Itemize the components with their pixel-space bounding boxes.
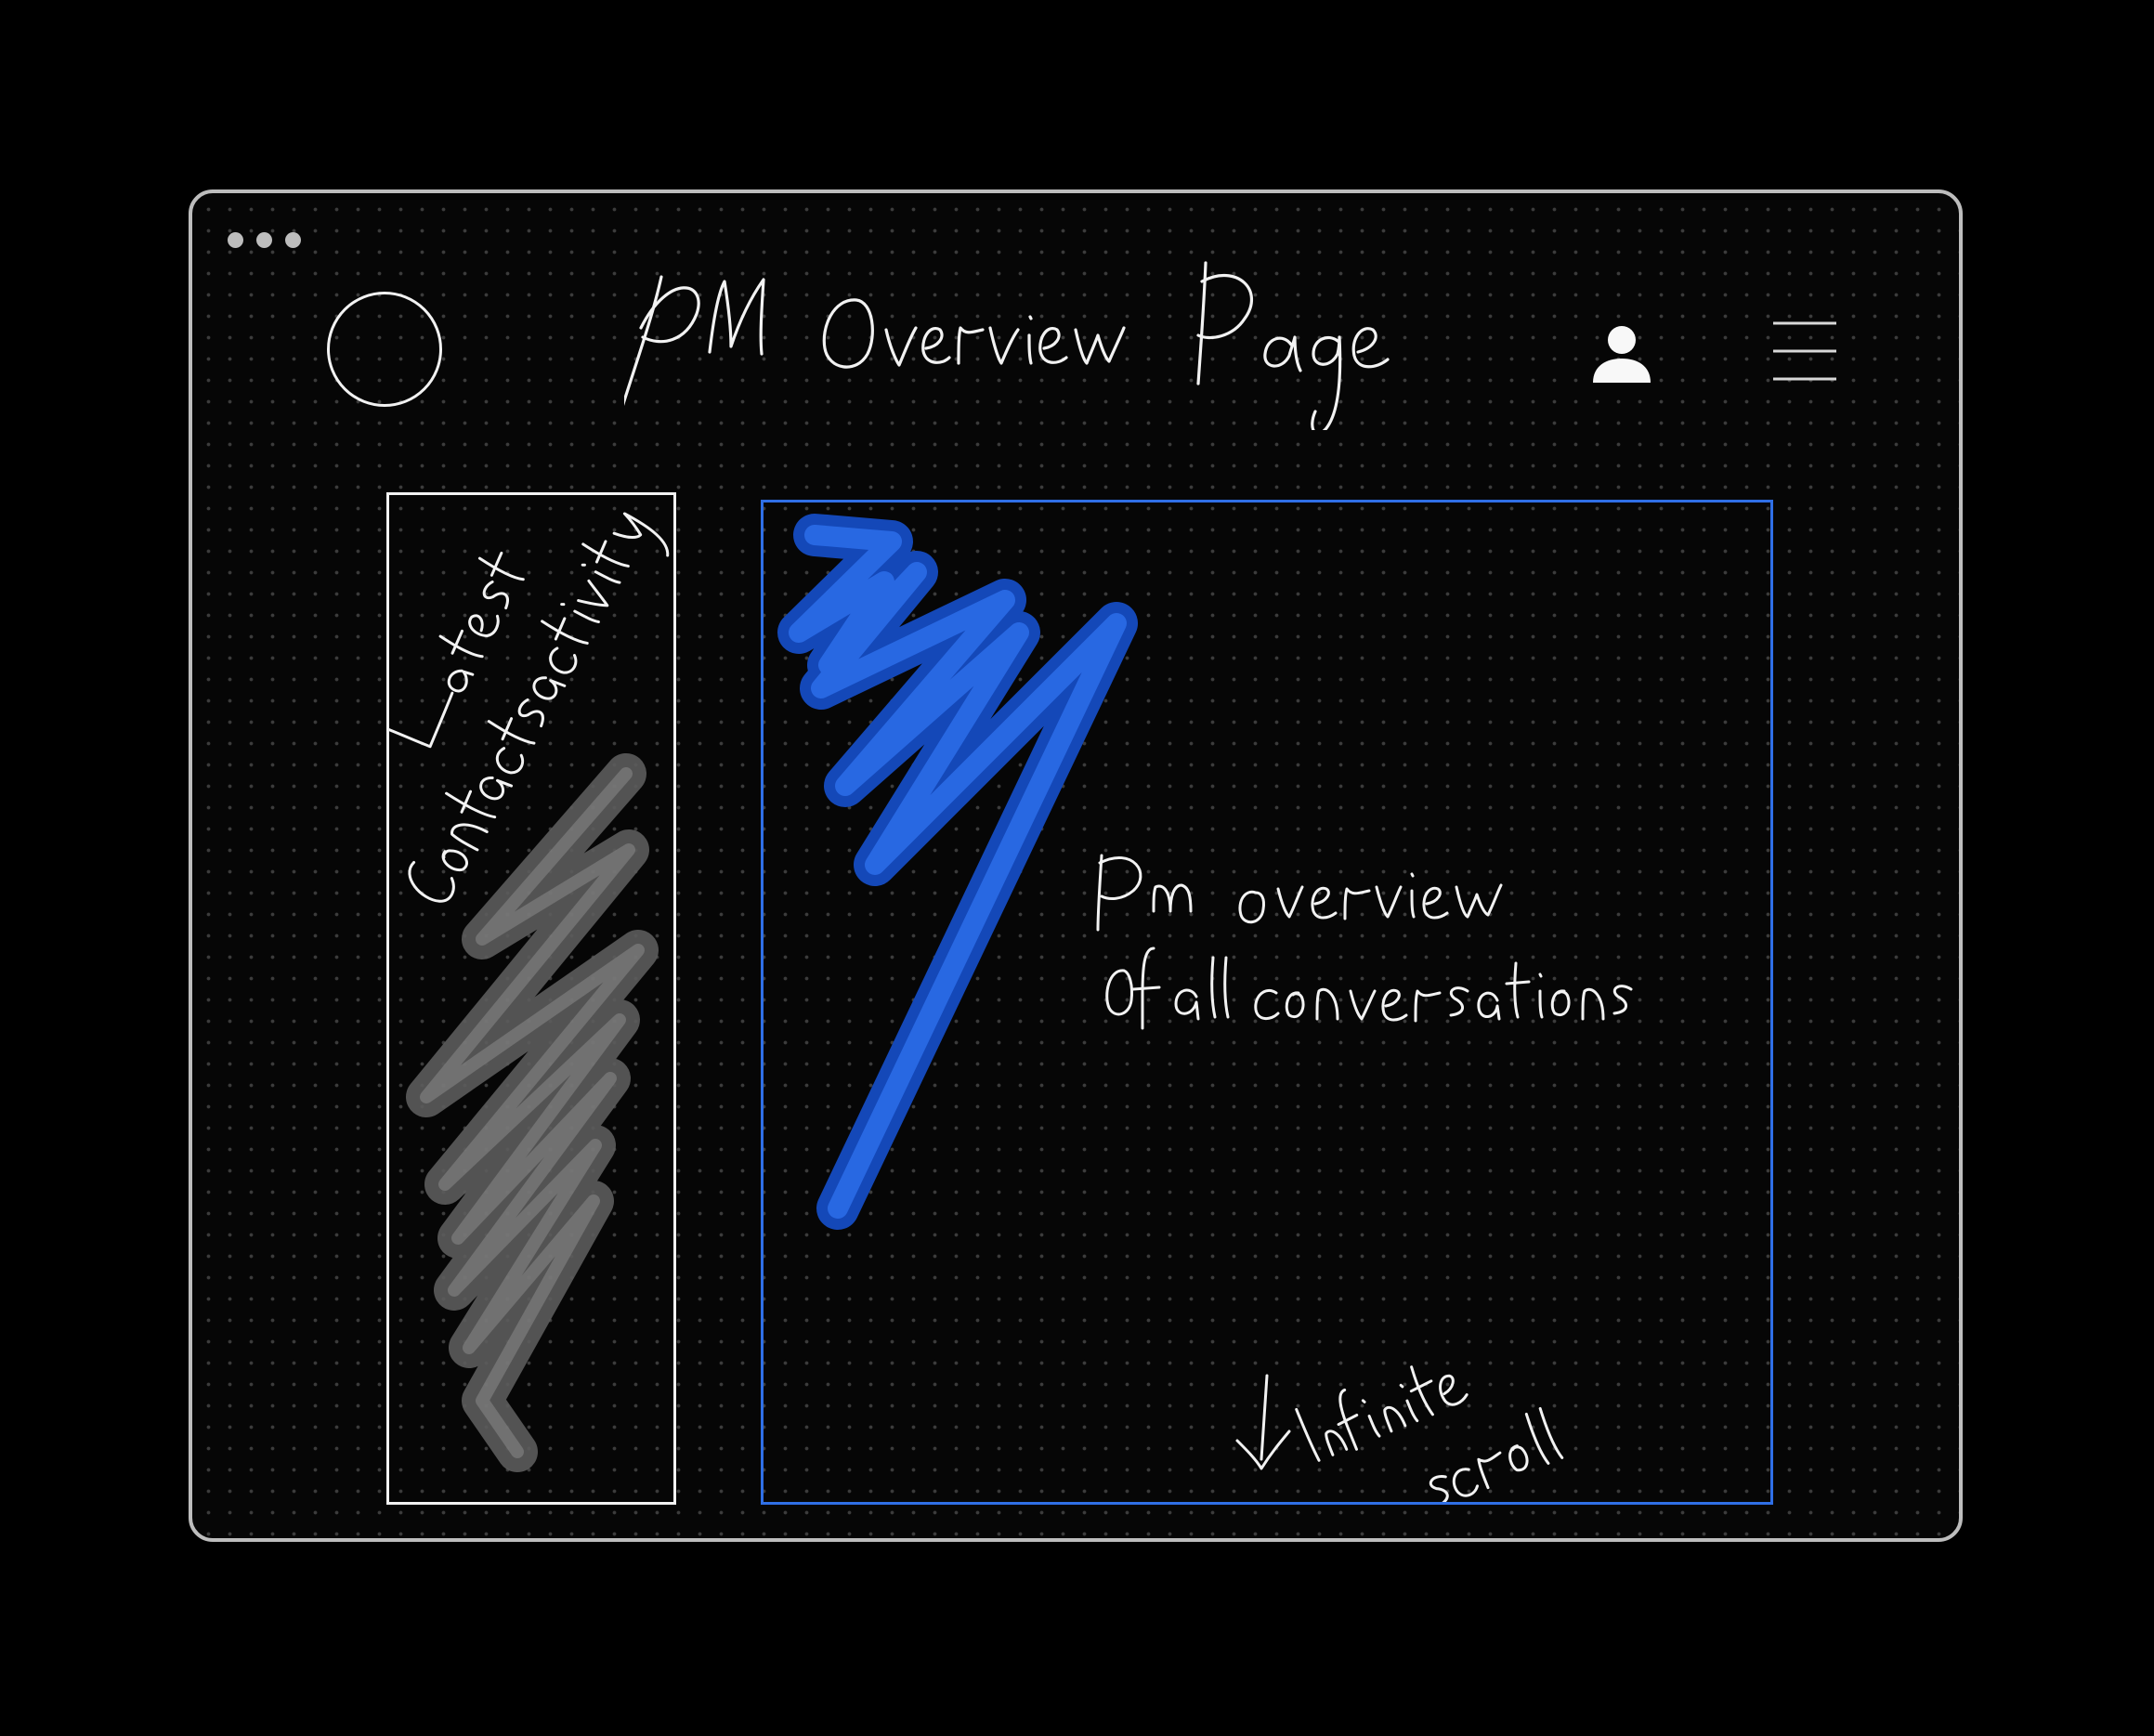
hamburger-menu-icon[interactable] <box>1771 314 1838 386</box>
infinite-scroll-note <box>1235 1365 1564 1502</box>
sidebar-label-handwriting <box>389 512 670 903</box>
arrow-down-icon <box>1235 1374 1291 1470</box>
sidebar-latest-contacts-activity[interactable]: Latest Contacts activity <box>386 492 676 1505</box>
canvas: PM Overview Page <box>0 0 2154 1736</box>
window-control-dot[interactable] <box>256 232 272 248</box>
main-overview-panel[interactable]: Pm overview of all conversations Infinit… <box>761 500 1773 1505</box>
page-title-handwriting <box>624 261 1390 430</box>
window-control-dot[interactable] <box>228 232 243 248</box>
page-title: PM Overview Page <box>624 244 1553 430</box>
logo-circle-icon[interactable] <box>327 292 442 407</box>
browser-window: PM Overview Page <box>189 189 1963 1542</box>
window-controls <box>228 232 301 248</box>
user-profile-icon[interactable] <box>1589 321 1654 386</box>
window-control-dot[interactable] <box>285 232 301 248</box>
menu-lines-icon <box>1773 321 1836 381</box>
user-icon <box>1593 326 1651 383</box>
